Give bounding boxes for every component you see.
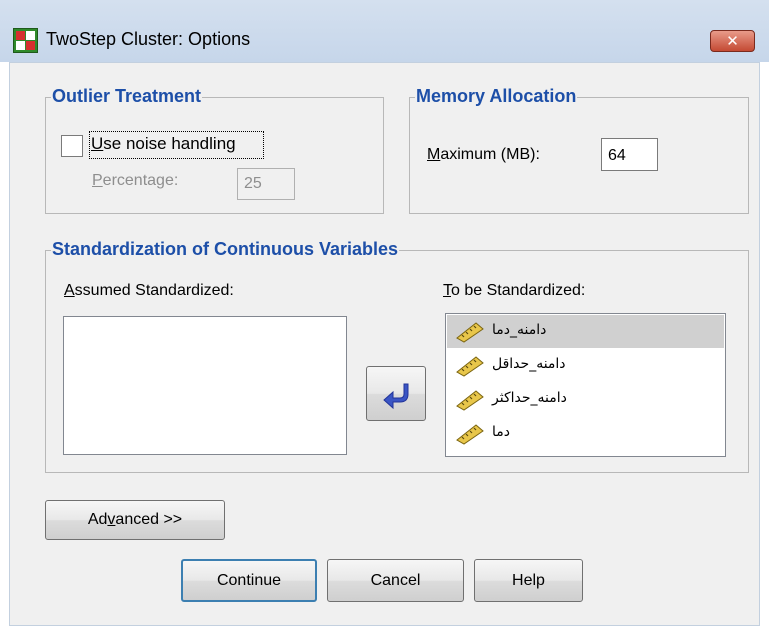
spss-app-icon (13, 28, 38, 53)
outlier-treatment-legend: Outlier Treatment (51, 86, 203, 107)
to-be-standardized-list[interactable]: دامنه_دما دامنه_حداقل دامنه_حداکثر دما (445, 313, 726, 457)
maximum-mb-label: Maximum (MB): (427, 146, 540, 163)
ruler-scale-icon (456, 390, 484, 411)
help-button[interactable]: Help (474, 559, 583, 602)
list-item[interactable]: دامنه_دما (447, 315, 724, 348)
title-bar: TwoStep Cluster: Options ✕ (0, 0, 769, 62)
memory-allocation-legend: Memory Allocation (415, 86, 578, 107)
variable-label: دامنه_حداکثر (492, 390, 567, 406)
list-item[interactable]: دما (447, 417, 724, 450)
percentage-label: Percentage: (92, 172, 179, 189)
variable-label: دامنه_حداقل (492, 356, 566, 372)
noise-handling-label[interactable]: Use noise handling (91, 134, 236, 154)
assumed-standardized-label: Assumed Standardized: (64, 282, 234, 299)
advanced-button[interactable]: Advanced >> (45, 500, 225, 540)
continue-button[interactable]: Continue (181, 559, 317, 602)
variable-label: دامنه_دما (492, 322, 547, 338)
to-be-standardized-label: To be Standardized: (443, 282, 586, 299)
close-icon: ✕ (726, 32, 739, 50)
list-item[interactable]: دامنه_حداکثر (447, 383, 724, 416)
standardization-legend: Standardization of Continuous Variables (51, 239, 400, 260)
noise-handling-checkbox[interactable] (61, 135, 83, 157)
window-title: TwoStep Cluster: Options (46, 29, 251, 49)
variable-label: دما (492, 424, 510, 440)
dialog-window: TwoStep Cluster: Options ✕ Outlier Treat… (0, 0, 769, 628)
assumed-standardized-list[interactable] (63, 316, 347, 455)
maximum-mb-input[interactable]: 64 (601, 138, 658, 171)
close-button[interactable]: ✕ (710, 30, 755, 52)
ruler-scale-icon (456, 424, 484, 445)
cancel-button[interactable]: Cancel (327, 559, 464, 602)
ruler-scale-icon (456, 322, 484, 343)
left-arrow-icon (383, 383, 409, 410)
percentage-input[interactable]: 25 (237, 168, 295, 200)
ruler-scale-icon (456, 356, 484, 377)
move-left-button[interactable] (366, 366, 426, 421)
list-item[interactable]: دامنه_حداقل (447, 349, 724, 382)
